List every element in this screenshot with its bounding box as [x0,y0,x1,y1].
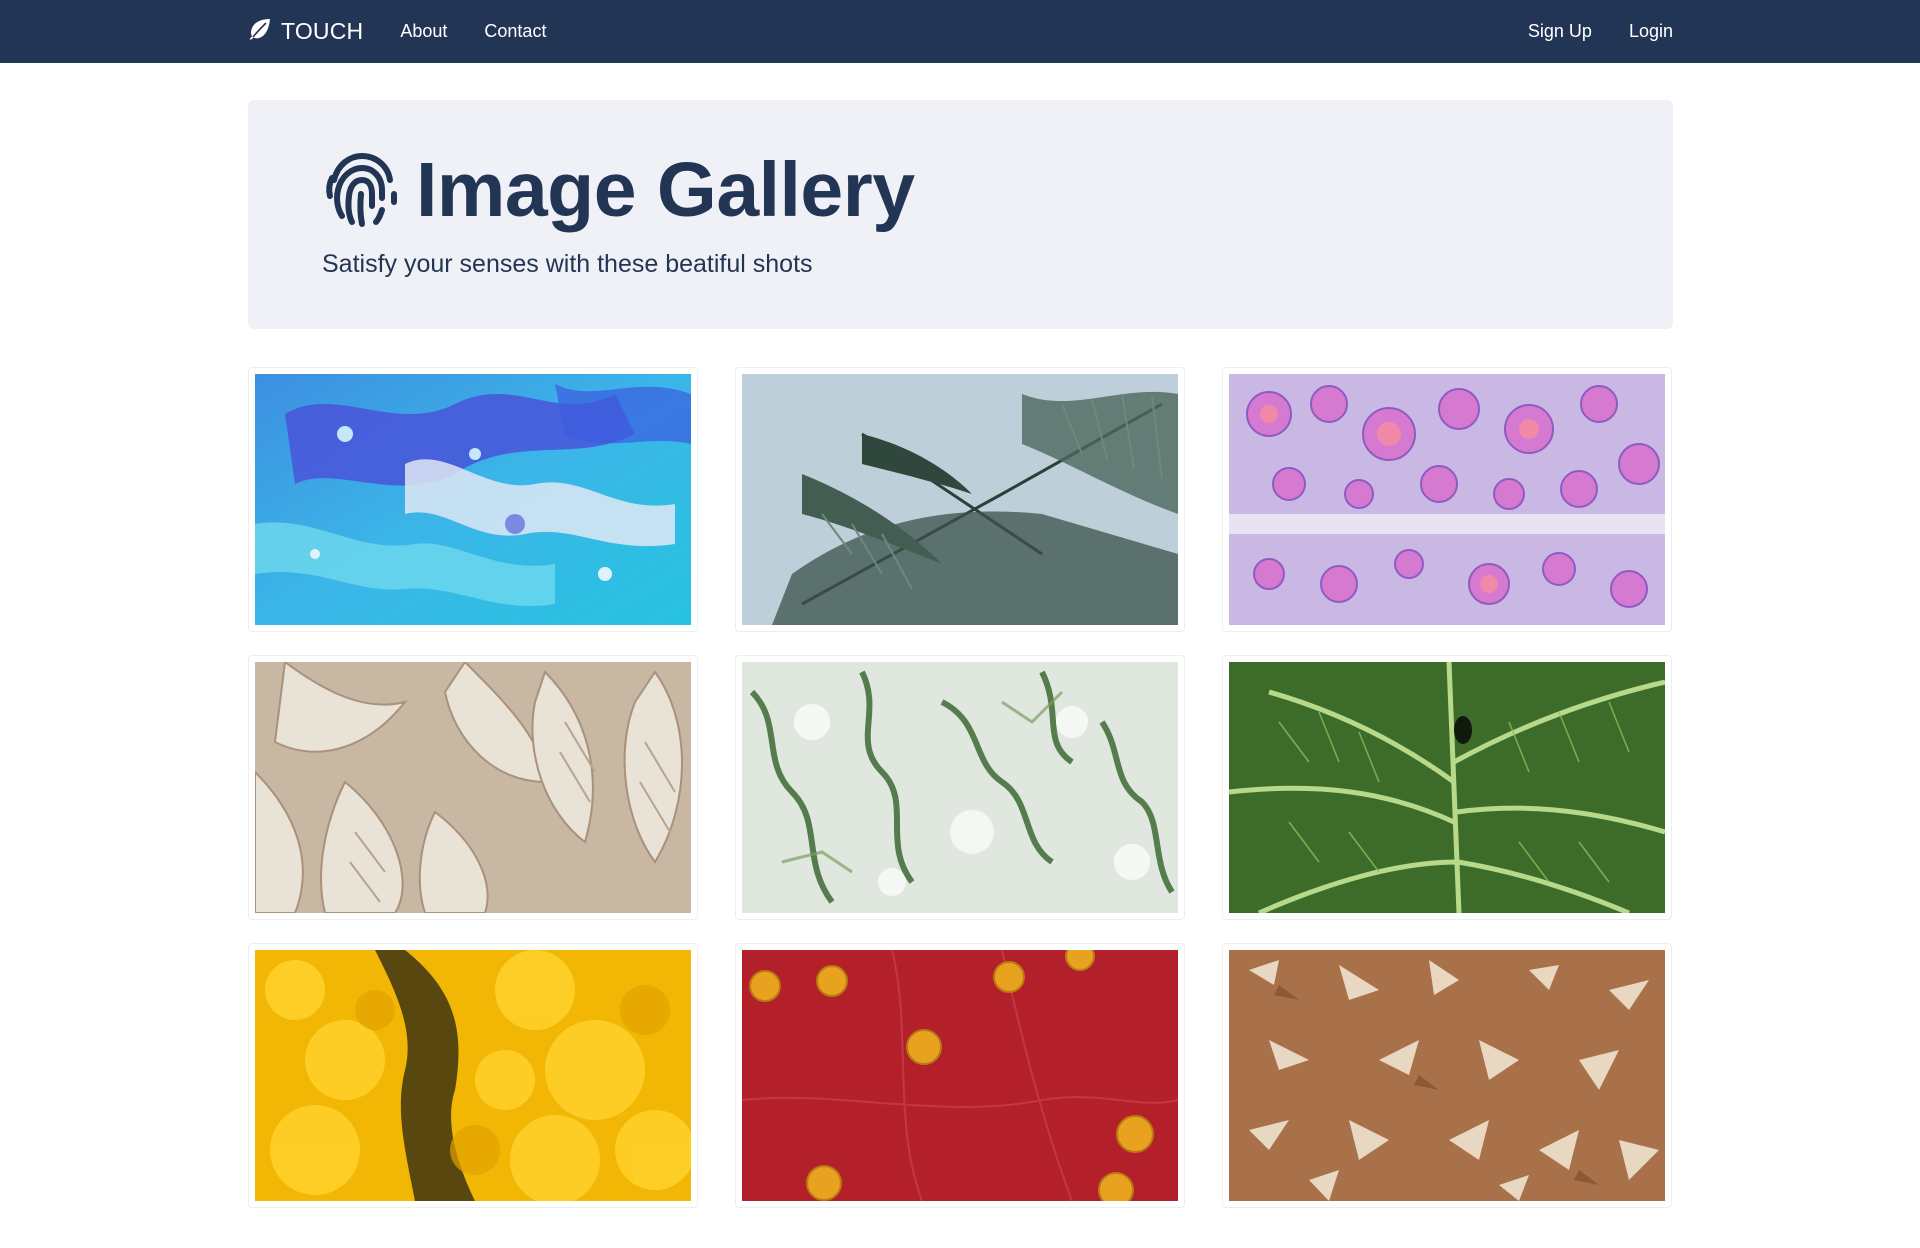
gallery-card[interactable] [248,655,698,920]
page-subtitle: Satisfy your senses with these beatiful … [322,250,813,278]
gallery-card[interactable] [1222,367,1672,632]
gallery-card[interactable] [735,367,1185,632]
page-title: Image Gallery [416,147,915,233]
gallery-card[interactable] [735,943,1185,1208]
nav-link-contact[interactable]: Contact [484,21,546,42]
gallery-card[interactable] [1222,943,1672,1208]
plaster-leaves-image [255,662,691,913]
blue-fluid-art-image [255,374,691,625]
yellow-flowers-image [255,950,691,1201]
navbar-left: TOUCH About Contact [248,18,583,46]
hero-banner: Image Gallery Satisfy your senses with t… [248,100,1673,329]
pink-cells-image [1229,374,1665,625]
image-gallery [248,367,1673,1208]
gallery-card[interactable] [735,655,1185,920]
green-marble-image [742,662,1178,913]
brand-label: TOUCH [281,18,364,44]
leaf-icon [248,18,281,46]
hero-title-row: Image Gallery [322,148,915,233]
nav-link-login[interactable]: Login [1629,21,1673,42]
navbar: TOUCH About Contact Sign Up Login [0,0,1920,63]
gallery-card[interactable] [1222,655,1672,920]
gallery-card[interactable] [248,943,698,1208]
red-tennis-balls-image [742,950,1178,1201]
navbar-right: Sign Up Login [1491,21,1673,42]
fern-leaves-image [742,374,1178,625]
green-leaf-veins-image [1229,662,1665,913]
fingerprint-icon [322,148,416,233]
navbar-inner: TOUCH About Contact Sign Up Login [248,0,1673,63]
brand-link[interactable]: TOUCH [248,18,363,46]
cracked-earth-image [1229,950,1665,1201]
nav-link-sign-up[interactable]: Sign Up [1528,21,1592,42]
gallery-card[interactable] [248,367,698,632]
nav-link-about[interactable]: About [400,21,447,42]
